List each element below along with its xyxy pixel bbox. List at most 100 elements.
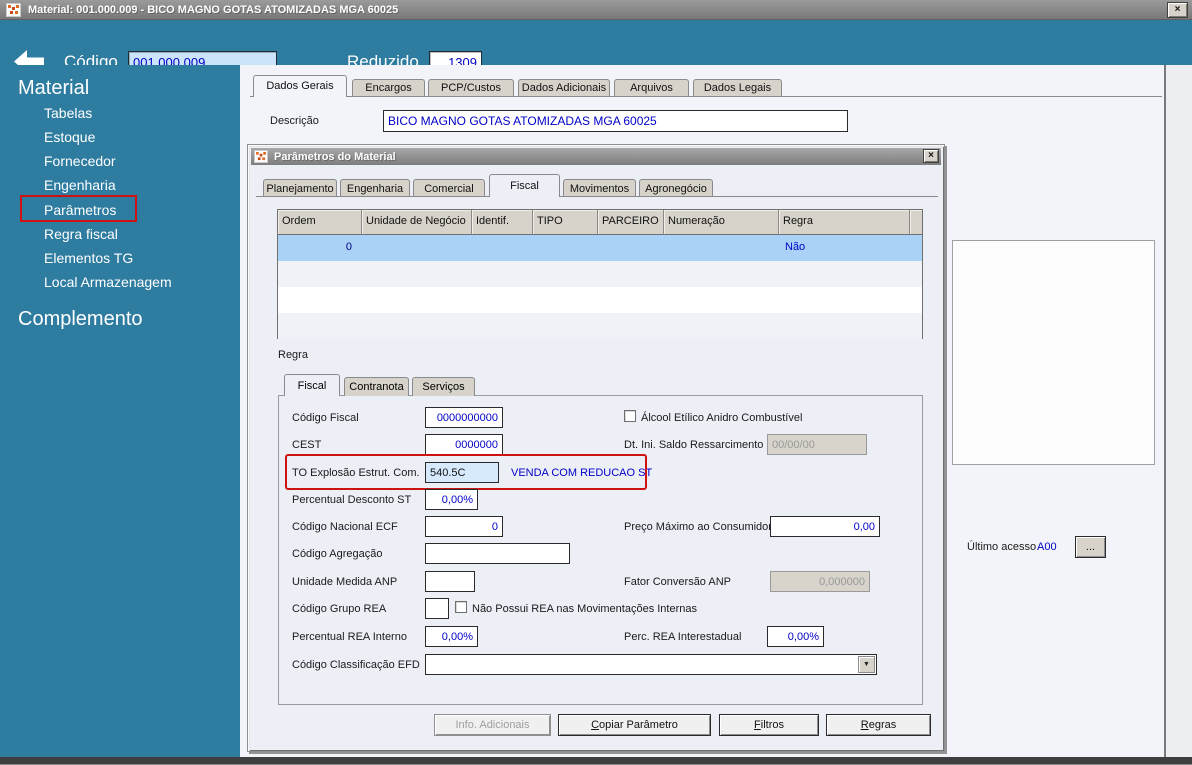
grid-row-selected[interactable]: 0 Não xyxy=(278,235,922,261)
unidade-medida-anp-label: Unidade Medida ANP xyxy=(292,576,398,588)
tab-arquivos[interactable]: Arquivos xyxy=(614,79,689,97)
sidebar-item-tabelas[interactable]: Tabelas xyxy=(44,105,92,121)
col-parceiro[interactable]: PARCEIRO xyxy=(598,210,664,235)
window-close-button[interactable]: × xyxy=(1167,2,1188,18)
ultimo-acesso-browse-button[interactable]: ... xyxy=(1075,536,1106,558)
dialog-tab-fiscal[interactable]: Fiscal xyxy=(489,174,560,197)
dialog-tab-agronegocio[interactable]: Agronegócio xyxy=(639,179,713,197)
subtab-contranota[interactable]: Contranota xyxy=(344,377,409,396)
sidebar: Material Tabelas Estoque Fornecedor Enge… xyxy=(0,65,240,757)
dt-ini-saldo-input xyxy=(767,434,867,455)
col-tipo[interactable]: TIPO xyxy=(533,210,598,235)
dialog-close-button[interactable]: × xyxy=(923,149,939,163)
codigo-fiscal-label: Código Fiscal xyxy=(292,412,359,424)
codigo-nacional-ecf-input[interactable] xyxy=(425,516,503,537)
grid-row-empty xyxy=(278,261,922,287)
highlight-box-parametros xyxy=(20,195,137,222)
app-window: Material: 001.000.009 - BICO MAGNO GOTAS… xyxy=(0,0,1192,765)
preco-maximo-label: Preço Máximo ao Consumidor xyxy=(624,521,772,533)
highlight-box-to-explosao xyxy=(285,454,647,490)
sidebar-item-elementos-tg[interactable]: Elementos TG xyxy=(44,250,133,266)
regra-groupbox: Fiscal Contranota Serviços Código Fiscal… xyxy=(278,374,923,705)
sidebar-item-engenharia[interactable]: Engenharia xyxy=(44,177,116,193)
grid-row-empty xyxy=(278,313,922,339)
descricao-label: Descrição xyxy=(270,115,319,127)
col-ordem[interactable]: Ordem xyxy=(278,210,362,235)
fator-conversao-anp-input xyxy=(770,571,870,592)
cell-ordem: 0 xyxy=(345,241,352,253)
col-numeracao[interactable]: Numeração xyxy=(664,210,779,235)
fator-conversao-anp-label: Fator Conversão ANP xyxy=(624,576,731,588)
topbar: Código ... Reduzido xyxy=(0,20,1192,74)
cest-label: CEST xyxy=(292,439,322,451)
perc-rea-interestadual-input[interactable] xyxy=(767,626,824,647)
sidebar-item-local-armazenagem[interactable]: Local Armazenagem xyxy=(44,274,172,290)
parametros-dialog: Parâmetros do Material × Planejamento En… xyxy=(247,144,945,752)
tab-dados-legais[interactable]: Dados Legais xyxy=(693,79,782,97)
unidade-medida-anp-input[interactable] xyxy=(425,571,475,592)
codigo-agregacao-label: Código Agregação xyxy=(292,548,383,560)
cest-input[interactable] xyxy=(425,434,503,455)
image-preview-box xyxy=(952,240,1155,465)
dt-ini-saldo-label: Dt. Ini. Saldo Ressarcimento xyxy=(624,439,764,451)
col-extra xyxy=(910,210,922,235)
dialog-icon xyxy=(254,150,268,163)
sidebar-item-fornecedor[interactable]: Fornecedor xyxy=(44,153,116,169)
tab-pcp-custos[interactable]: PCP/Custos xyxy=(428,79,514,97)
window-title: Material: 001.000.009 - BICO MAGNO GOTAS… xyxy=(28,3,399,16)
sidebar-item-regra-fiscal[interactable]: Regra fiscal xyxy=(44,226,118,242)
subtab-servicos[interactable]: Serviços xyxy=(412,377,475,396)
filtros-button[interactable]: Filtros xyxy=(719,714,819,736)
tab-dados-adicionais[interactable]: Dados Adicionais xyxy=(518,79,610,97)
app-logo-icon xyxy=(6,2,21,17)
nao-possui-rea-label: Não Possui REA nas Movimentações Interna… xyxy=(472,603,698,615)
info-adicionais-button: Info. Adicionais xyxy=(434,714,551,736)
col-regra[interactable]: Regra xyxy=(779,210,910,235)
col-identif[interactable]: Identif. xyxy=(472,210,533,235)
descricao-input[interactable] xyxy=(383,110,848,132)
window-frame-band xyxy=(1166,65,1192,757)
codigo-grupo-rea-label: Código Grupo REA xyxy=(292,603,387,615)
dialog-titlebar: Parâmetros do Material xyxy=(251,148,941,165)
dropdown-arrow-icon[interactable]: ▼ xyxy=(858,656,875,673)
tab-encargos[interactable]: Encargos xyxy=(352,79,425,97)
ultimo-acesso-value: A00 xyxy=(1037,541,1057,553)
regras-button[interactable]: Regras xyxy=(826,714,931,736)
tab-dados-gerais[interactable]: Dados Gerais xyxy=(253,75,347,97)
codigo-classificacao-efd-label: Código Classificação EFD xyxy=(292,659,420,671)
ultimo-acesso-label: Último acesso xyxy=(967,541,1037,553)
efd-selected-value xyxy=(426,659,430,671)
subtab-fiscal[interactable]: Fiscal xyxy=(284,374,340,396)
window-bottom-edge xyxy=(0,757,1192,765)
codigo-nacional-ecf-label: Código Nacional ECF xyxy=(292,521,398,533)
percentual-rea-interno-label: Percentual REA Interno xyxy=(292,631,407,643)
sidebar-section-material: Material xyxy=(18,77,90,99)
perc-rea-interestadual-label: Perc. REA Interestadual xyxy=(624,631,742,643)
window-titlebar: Material: 001.000.009 - BICO MAGNO GOTAS… xyxy=(0,0,1192,20)
alcool-checkbox[interactable] xyxy=(624,410,636,422)
preco-maximo-input[interactable] xyxy=(770,516,880,537)
sidebar-section-complemento: Complemento xyxy=(18,308,143,330)
dialog-tab-movimentos[interactable]: Movimentos xyxy=(563,179,636,197)
dialog-title: Parâmetros do Material xyxy=(274,150,396,163)
dialog-tab-strip-line xyxy=(256,196,938,197)
grid-row-empty xyxy=(278,287,922,313)
percentual-rea-interno-input[interactable] xyxy=(425,626,478,647)
dialog-tab-planejamento[interactable]: Planejamento xyxy=(263,179,337,197)
codigo-grupo-rea-input[interactable] xyxy=(425,598,449,619)
nao-possui-rea-checkbox[interactable] xyxy=(455,601,467,613)
col-unidade[interactable]: Unidade de Negócio xyxy=(362,210,472,235)
parametros-grid: Ordem Unidade de Negócio Identif. TIPO P… xyxy=(277,209,923,339)
codigo-classificacao-efd-select[interactable]: ▼ xyxy=(425,654,877,675)
codigo-agregacao-input[interactable] xyxy=(425,543,570,564)
copiar-parametro-button[interactable]: Copiar Parâmetro xyxy=(558,714,711,736)
dialog-tab-engenharia[interactable]: Engenharia xyxy=(340,179,410,197)
grid-header-row: Ordem Unidade de Negócio Identif. TIPO P… xyxy=(278,210,922,235)
dialog-tab-comercial[interactable]: Comercial xyxy=(413,179,485,197)
percentual-desconto-st-label: Percentual Desconto ST xyxy=(292,494,412,506)
regra-section-label: Regra xyxy=(278,349,308,361)
percentual-desconto-st-input[interactable] xyxy=(425,489,478,510)
cell-regra: Não xyxy=(785,241,806,253)
codigo-fiscal-input[interactable] xyxy=(425,407,503,428)
sidebar-item-estoque[interactable]: Estoque xyxy=(44,129,95,145)
